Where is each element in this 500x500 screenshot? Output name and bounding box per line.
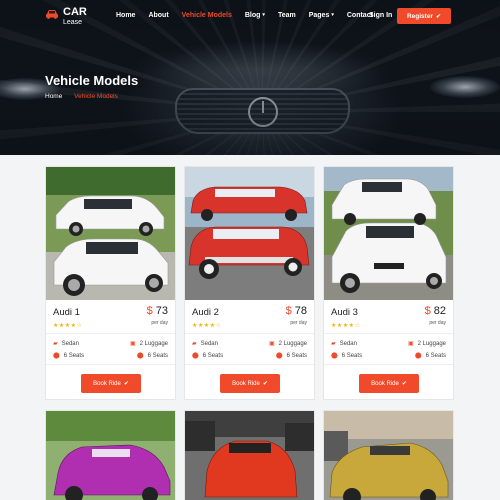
car-price: $78 bbox=[285, 305, 307, 317]
check-circle-icon: ✔ bbox=[401, 381, 407, 387]
car-photo[interactable] bbox=[324, 167, 453, 300]
suitcase-icon: ▣ bbox=[129, 341, 136, 347]
transmission-feature: ▰ Sedan bbox=[331, 340, 357, 348]
top-navbar: CAR Lease Home About Vehicle Models Blog… bbox=[0, 0, 500, 32]
car-name[interactable]: Audi 3 bbox=[331, 307, 358, 318]
car-photo[interactable] bbox=[46, 167, 175, 300]
car-photo[interactable] bbox=[323, 410, 454, 500]
car-logo-icon bbox=[46, 10, 58, 19]
nav-vehicle-models[interactable]: Vehicle Models bbox=[182, 12, 232, 19]
rating-stars: ★★★★☆ bbox=[331, 322, 361, 329]
register-button[interactable]: Register ✔ bbox=[397, 8, 451, 24]
user-icon: ⬤ bbox=[414, 353, 422, 359]
seats-feature: ⬤ 6 Seats bbox=[53, 352, 85, 360]
luggage-feature: ▣ 2 Luggage bbox=[268, 340, 307, 348]
price-unit: per day bbox=[151, 320, 168, 326]
car-photo[interactable] bbox=[185, 167, 314, 300]
sign-in-link[interactable]: Sign In bbox=[369, 12, 392, 19]
car-name[interactable]: Audi 2 bbox=[192, 307, 219, 318]
page-title: Vehicle Models bbox=[45, 73, 139, 88]
nav-home[interactable]: Home bbox=[116, 12, 135, 19]
car-name[interactable]: Audi 1 bbox=[53, 307, 80, 318]
chevron-down-icon: ▾ bbox=[331, 12, 334, 18]
brand-sub: Lease bbox=[63, 19, 83, 26]
suitcase-icon: ▣ bbox=[407, 341, 414, 347]
luggage-feature: ▣ 2 Luggage bbox=[129, 340, 168, 348]
seats-feature: ⬤ 6 Seats bbox=[275, 352, 307, 360]
vehicle-card: Audi 3 ★★★★☆ $82 per day ▰ Sedan ▣ 2 Lugga… bbox=[323, 166, 454, 400]
user-icon: ⬤ bbox=[136, 353, 144, 359]
nav-pages[interactable]: Pages ▾ bbox=[309, 12, 334, 19]
seats-feature: ⬤ 6 Seats bbox=[414, 352, 446, 360]
seats-feature: ⬤ 6 Seats bbox=[331, 352, 363, 360]
transmission-feature: ▰ Sedan bbox=[192, 340, 218, 348]
car-icon: ▰ bbox=[331, 341, 336, 347]
car-photo[interactable] bbox=[184, 410, 315, 500]
breadcrumb: Home Vehicle Models bbox=[45, 93, 118, 100]
luggage-feature: ▣ 2 Luggage bbox=[407, 340, 446, 348]
vehicle-card: Audi 1 ★★★★☆ $73 per day ▰ Sedan ▣ 2 Lugga… bbox=[45, 166, 176, 400]
car-price: $82 bbox=[424, 305, 446, 317]
rating-stars: ★★★★☆ bbox=[53, 322, 83, 329]
main-menu: Home About Vehicle Models Blog ▾ Team Pag… bbox=[116, 12, 386, 19]
price-unit: per day bbox=[290, 320, 307, 326]
user-icon: ⬤ bbox=[275, 353, 283, 359]
check-circle-icon: ✔ bbox=[123, 381, 129, 387]
user-icon: ⬤ bbox=[53, 353, 60, 359]
seats-feature: ⬤ 6 Seats bbox=[192, 352, 224, 360]
book-ride-button[interactable]: Book Ride ✔ bbox=[220, 374, 280, 393]
nav-about[interactable]: About bbox=[148, 12, 168, 19]
car-photo[interactable] bbox=[45, 410, 176, 500]
breadcrumb-home[interactable]: Home bbox=[45, 93, 62, 100]
check-circle-icon: ✔ bbox=[262, 381, 268, 387]
car-icon: ▰ bbox=[53, 341, 58, 347]
transmission-feature: ▰ Sedan bbox=[53, 340, 79, 348]
nav-team[interactable]: Team bbox=[278, 12, 296, 19]
price-unit: per day bbox=[429, 320, 446, 326]
car-icon: ▰ bbox=[192, 341, 197, 347]
book-ride-button[interactable]: Book Ride ✔ bbox=[81, 374, 141, 393]
nav-blog[interactable]: Blog ▾ bbox=[245, 12, 265, 19]
breadcrumb-current: Vehicle Models bbox=[74, 93, 118, 100]
book-ride-button[interactable]: Book Ride ✔ bbox=[359, 374, 419, 393]
seats-feature: ⬤ 6 Seats bbox=[136, 352, 168, 360]
suitcase-icon: ▣ bbox=[268, 341, 275, 347]
check-circle-icon: ✔ bbox=[435, 13, 442, 20]
car-price: $73 bbox=[146, 305, 168, 317]
brand-name: CAR bbox=[63, 6, 87, 18]
user-icon: ⬤ bbox=[192, 353, 199, 359]
user-icon: ⬤ bbox=[331, 353, 338, 359]
vehicle-card: Audi 2 ★★★★☆ $78 per day ▰ Sedan ▣ 2 Lugga… bbox=[184, 166, 315, 400]
chevron-down-icon: ▾ bbox=[262, 12, 265, 18]
rating-stars: ★★★★☆ bbox=[192, 322, 222, 329]
logo[interactable]: CAR Lease bbox=[45, 7, 87, 26]
